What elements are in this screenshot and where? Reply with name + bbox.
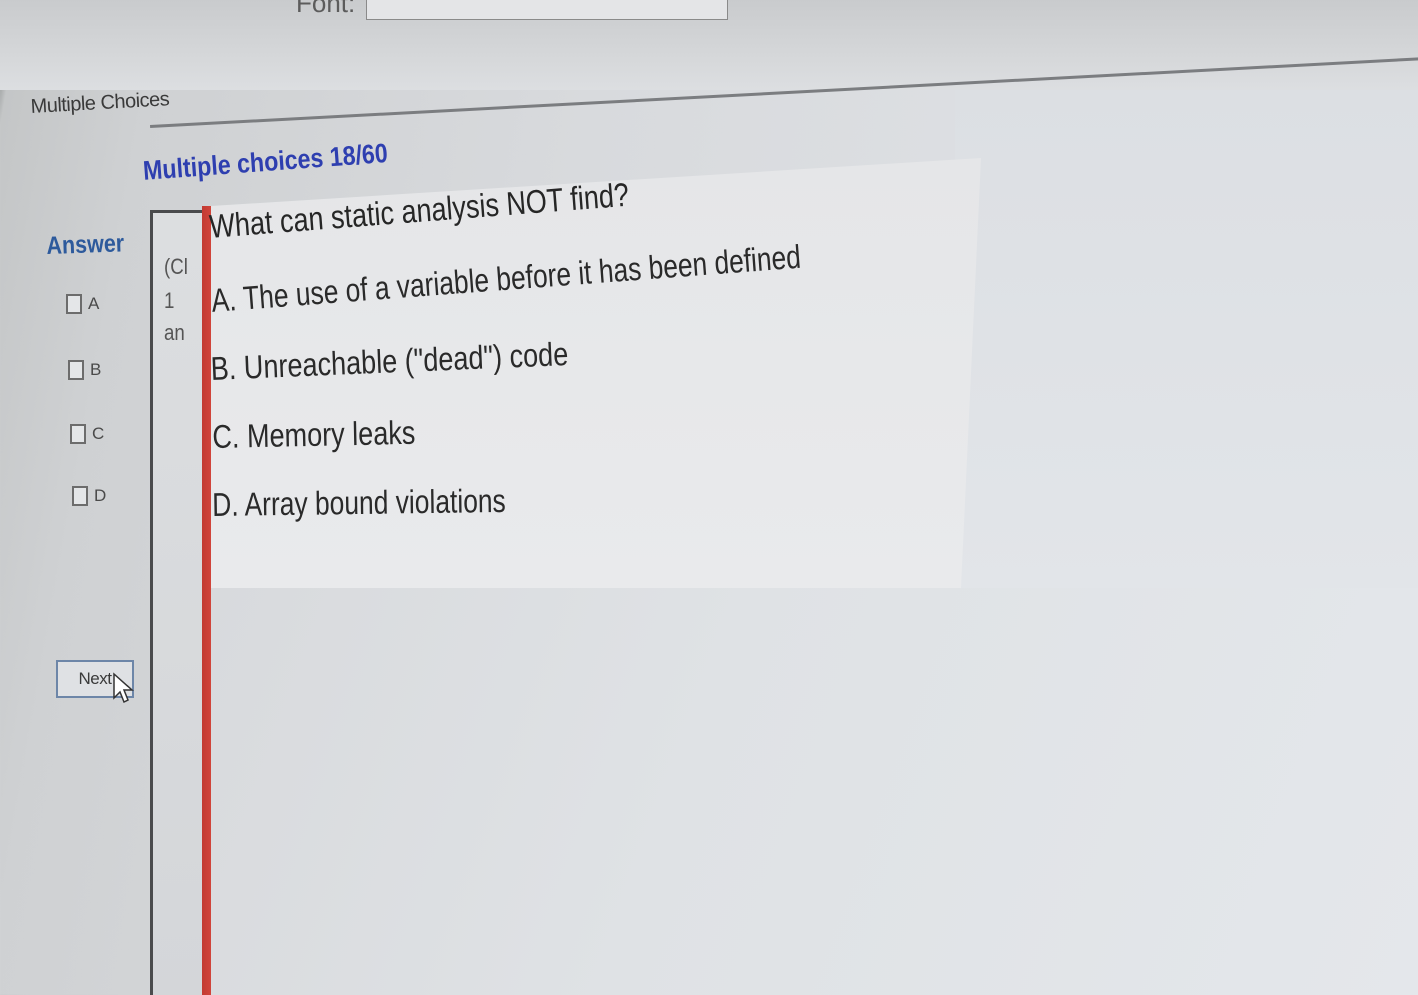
tab-multiple-choices[interactable]: Multiple Choices bbox=[30, 88, 170, 119]
instructions-line-1: (Cl bbox=[164, 254, 188, 279]
choice-d: D. Array bound violations bbox=[212, 481, 506, 523]
font-label: Font: bbox=[296, 0, 356, 18]
answer-heading: Answer bbox=[46, 229, 125, 260]
answer-option-label: A bbox=[88, 294, 100, 313]
checkbox-c[interactable] bbox=[70, 424, 86, 444]
answer-option-a[interactable]: A bbox=[66, 294, 99, 314]
question-accent-bar bbox=[202, 206, 211, 995]
answer-option-d[interactable]: D bbox=[72, 486, 106, 506]
answer-option-label: D bbox=[94, 486, 107, 505]
choice-c: C. Memory leaks bbox=[212, 413, 416, 455]
top-toolbar: Font: bbox=[0, 0, 1418, 90]
arrow-cursor-icon bbox=[113, 672, 134, 704]
checkbox-d[interactable] bbox=[72, 486, 88, 506]
instructions-line-3: an bbox=[164, 320, 185, 345]
checkbox-b[interactable] bbox=[68, 360, 84, 380]
page-title: Multiple choices 18/60 bbox=[142, 138, 389, 186]
lower-blank-area bbox=[211, 588, 1418, 995]
answer-option-c[interactable]: C bbox=[70, 424, 104, 444]
checkbox-a[interactable] bbox=[66, 294, 82, 314]
right-blank-area bbox=[955, 90, 1418, 590]
font-input[interactable] bbox=[366, 0, 728, 20]
answer-option-label: B bbox=[90, 360, 102, 379]
instructions-line-2: 1 bbox=[164, 288, 175, 313]
answer-option-label: C bbox=[92, 424, 105, 443]
answer-option-b[interactable]: B bbox=[68, 360, 101, 380]
